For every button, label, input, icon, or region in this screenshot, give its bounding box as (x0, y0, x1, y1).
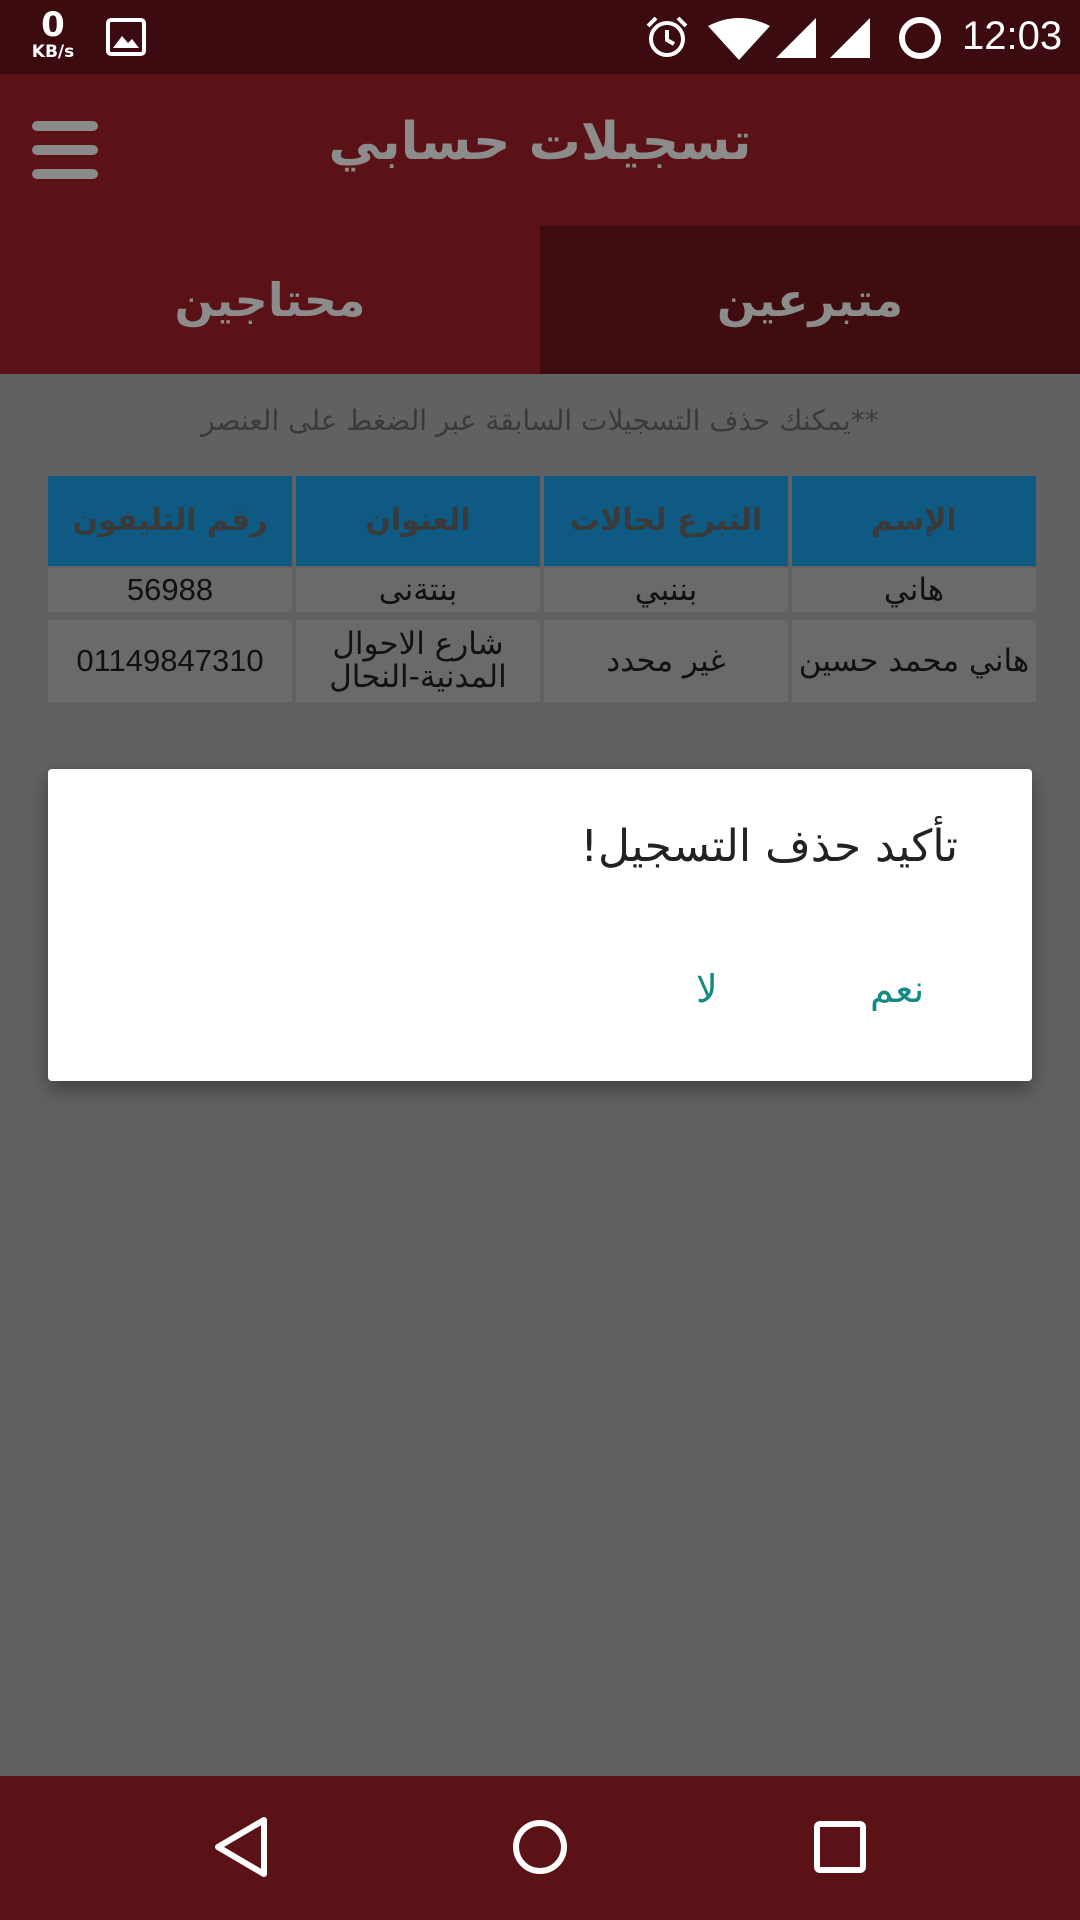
battery-icon (899, 17, 941, 59)
table-row[interactable]: هاني بننبي بنتةنى 56988 (44, 568, 1036, 612)
app-bar: تسجيلات حسابي (0, 74, 1080, 226)
header-name: الإسم (792, 476, 1036, 566)
alarm-icon (646, 16, 688, 57)
signal-icon (776, 18, 816, 58)
table-row[interactable]: هاني محمد حسين غير محدد شارع الاحوال الم… (44, 620, 1036, 702)
cell-address: بنتةنى (296, 568, 540, 612)
network-speed-unit: KB/s (31, 42, 75, 62)
delete-hint-text: **يمكنك حذف التسجيلات السابقة عبر الضغط … (201, 404, 879, 437)
clock: 12:03 (962, 14, 1063, 58)
tab-bar: محتاجين متبرعين (0, 226, 1080, 374)
cell-address: شارع الاحوال المدنية-النحال (296, 620, 540, 702)
recents-icon[interactable] (805, 1812, 875, 1882)
cell-phone: 56988 (48, 568, 292, 612)
tab-needy[interactable]: محتاجين (0, 226, 540, 374)
navigation-bar (0, 1776, 1080, 1920)
confirm-delete-dialog: تأكيد حذف التسجيل! نعم لا (48, 769, 1032, 1081)
tab-donors[interactable]: متبرعين (540, 226, 1080, 374)
header-donation-cases: التبرع لحالات (544, 476, 788, 566)
registrations-table: الإسم التبرع لحالات العنوان رقم التليفون… (44, 476, 1036, 710)
network-speed-indicator: 0 KB/s (26, 8, 80, 61)
cell-phone: 01149847310 (48, 620, 292, 702)
cell-name: هاني محمد حسين (792, 620, 1036, 702)
no-button[interactable]: لا (696, 967, 718, 1011)
back-icon[interactable] (206, 1812, 276, 1882)
cell-donation-cases: بننبي (544, 568, 788, 612)
gallery-icon (106, 18, 146, 56)
home-icon[interactable] (505, 1812, 575, 1882)
header-address: العنوان (296, 476, 540, 566)
cell-donation-cases: غير محدد (544, 620, 788, 702)
cell-name: هاني (792, 568, 1036, 612)
signal-icon (830, 18, 870, 58)
table-header-row: الإسم التبرع لحالات العنوان رقم التليفون (44, 476, 1036, 566)
dialog-message: تأكيد حذف التسجيل! (580, 821, 958, 872)
menu-icon[interactable] (32, 121, 98, 179)
status-bar: 0 KB/s 12:03 (0, 0, 1080, 74)
yes-button[interactable]: نعم (870, 967, 924, 1011)
wifi-icon (708, 18, 770, 60)
network-speed-value: 0 (41, 5, 65, 45)
page-title: تسجيلات حسابي (328, 112, 752, 172)
header-phone: رقم التليفون (48, 476, 292, 566)
